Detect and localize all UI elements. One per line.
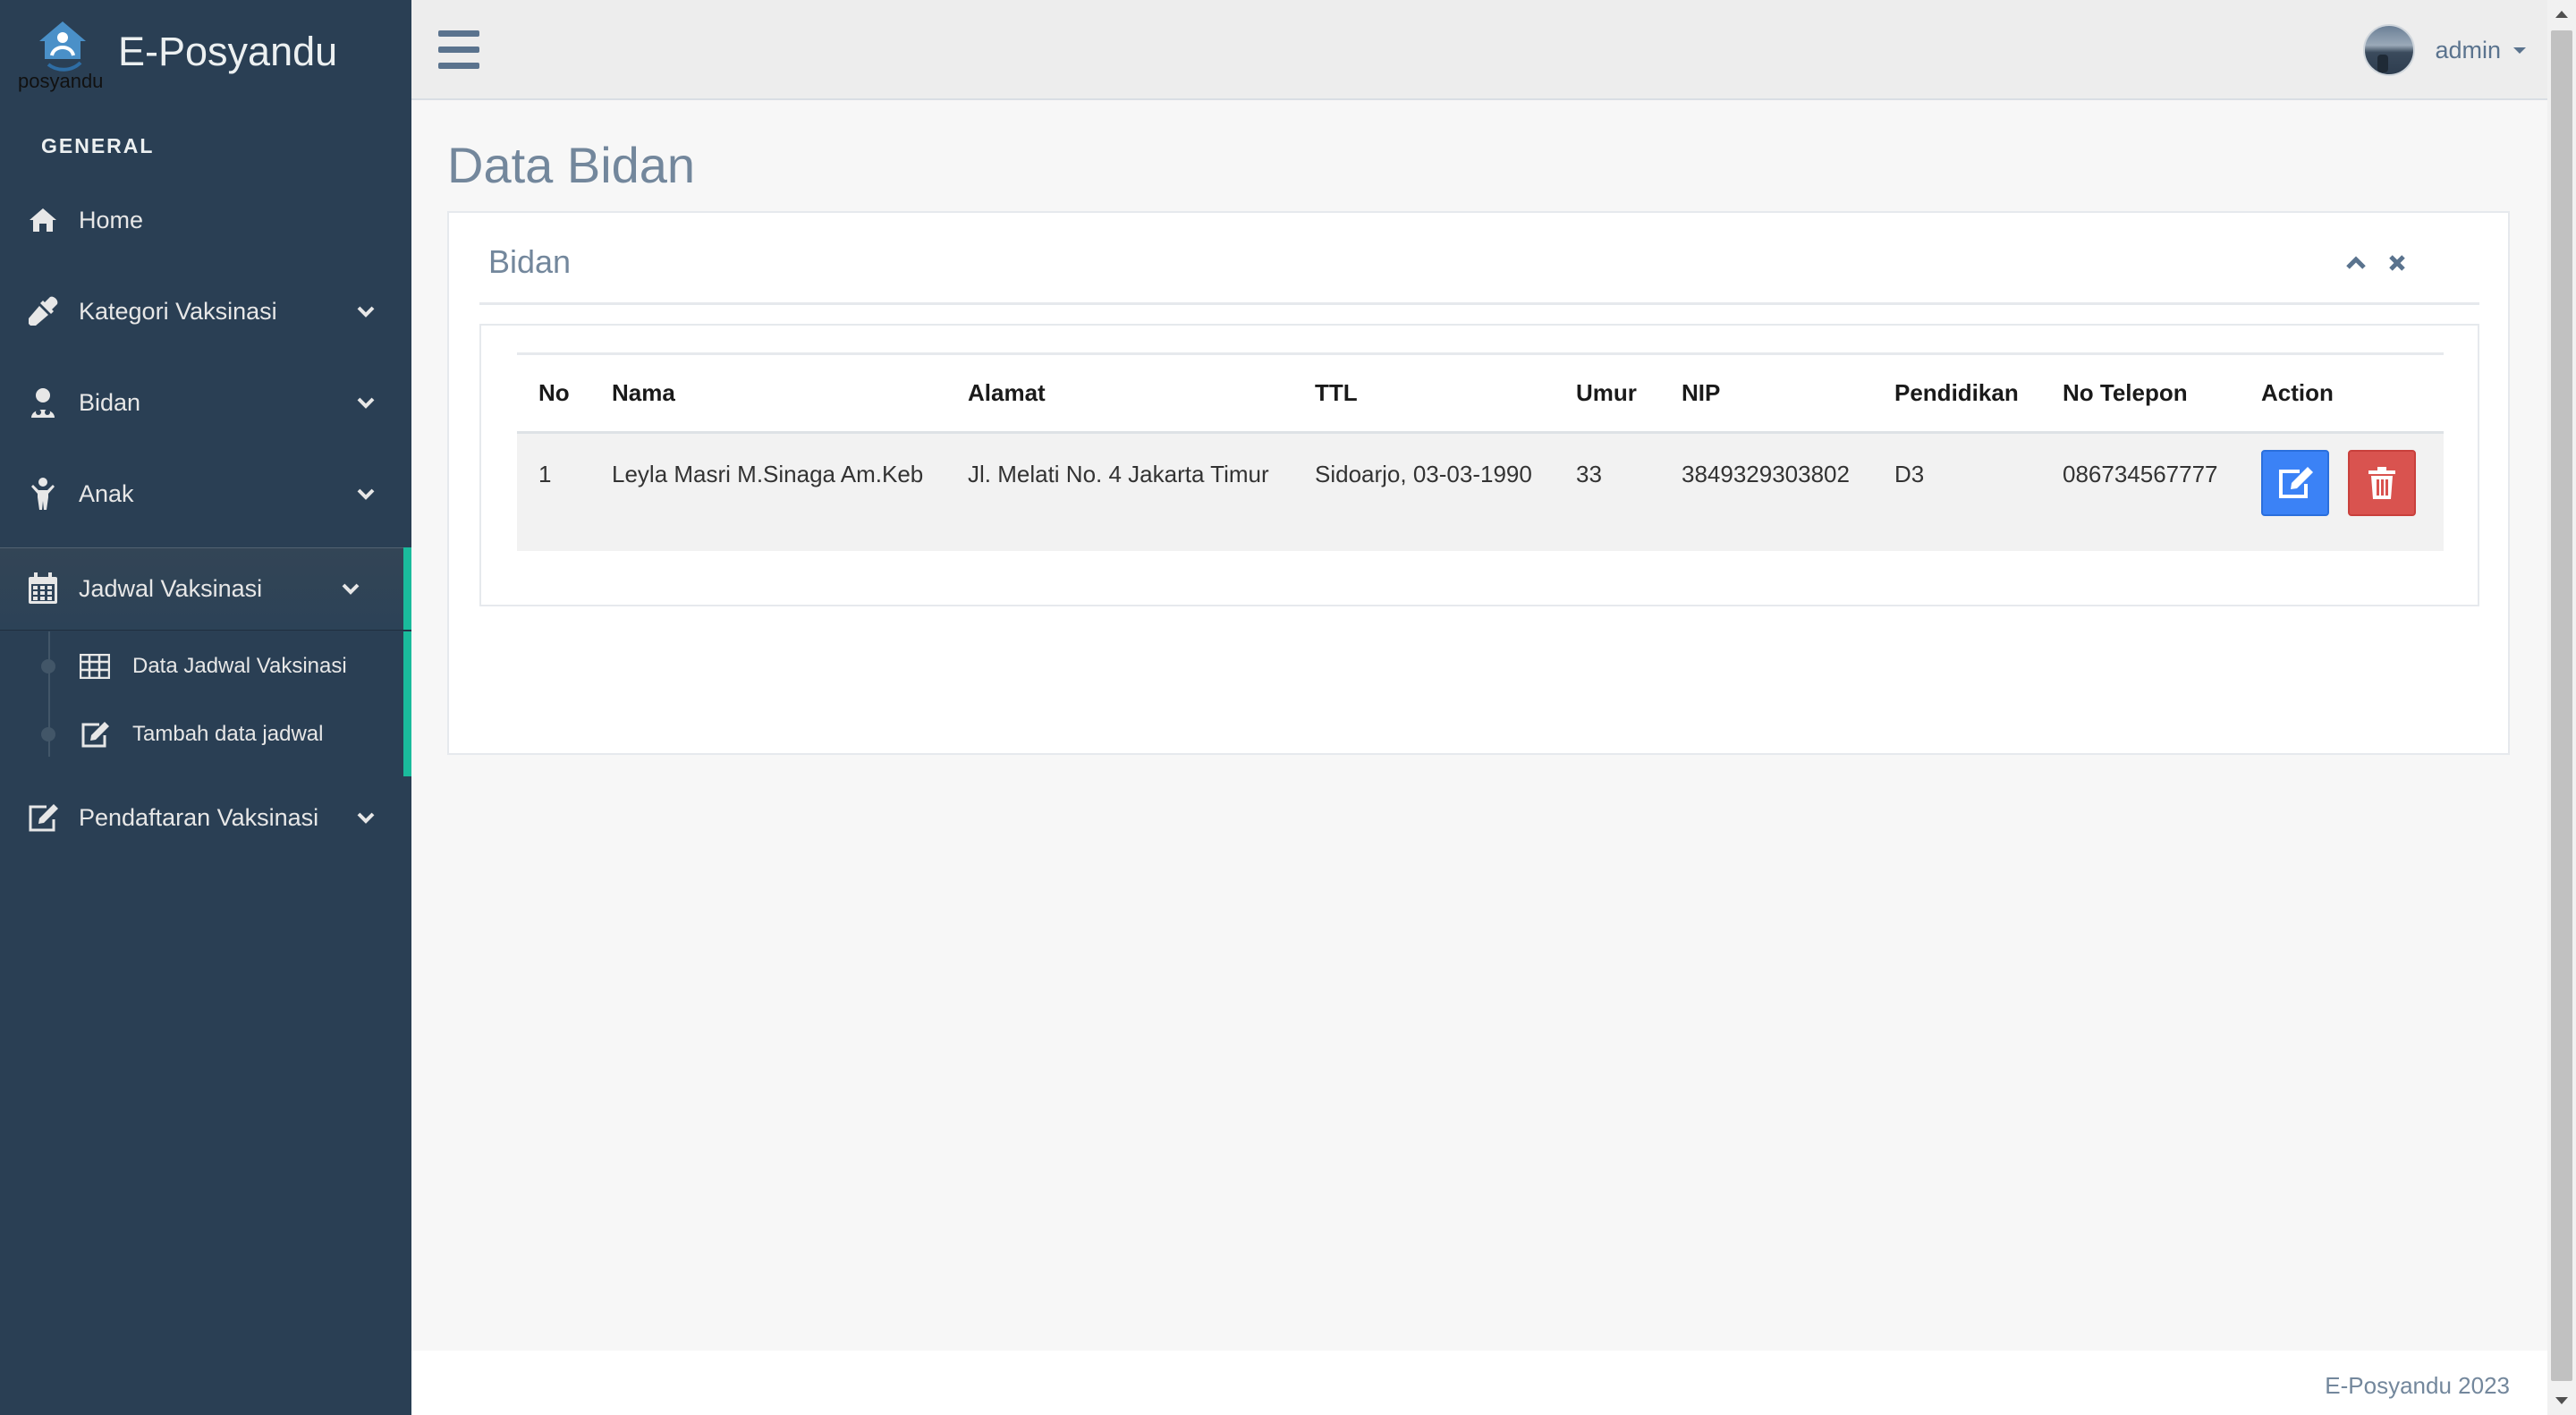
submenu-item-label: Data Jadwal Vaksinasi (132, 654, 347, 678)
sidebar-item-anak[interactable]: Anak (0, 449, 411, 538)
column-header-alamat[interactable]: Alamat (946, 352, 1293, 434)
scrollbar-thumb[interactable] (2551, 30, 2572, 1381)
column-header-action: Action (2240, 352, 2444, 434)
sidebar-item-label: Pendaftaran Vaksinasi (79, 803, 319, 831)
bullet-dot (41, 659, 55, 674)
submenu-item-label: Tambah data jadwal (132, 722, 324, 746)
brand-title: E-Posyandu (118, 29, 338, 74)
column-header-pendidikan[interactable]: Pendidikan (1873, 352, 2041, 434)
cell-action (2240, 432, 2444, 551)
bidan-panel: Bidan No Nama Alamat TTL Umur NIP Pendid… (447, 211, 2510, 755)
scroll-down-arrow-icon[interactable] (2555, 1397, 2568, 1404)
brand[interactable]: posyandu E-Posyandu (0, 0, 411, 107)
edit-button[interactable] (2261, 450, 2329, 516)
user-name: admin (2435, 36, 2501, 64)
chevron-down-icon (339, 577, 362, 600)
main-content: Data Bidan Bidan No Nama Alamat TTL Umur… (411, 100, 2547, 1351)
edit-icon (79, 718, 111, 750)
trash-icon (2368, 467, 2396, 499)
cell-umur: 33 (1555, 432, 1660, 551)
table-icon (79, 650, 111, 682)
caret-down-icon (2513, 47, 2526, 54)
edit-icon (25, 800, 61, 835)
sidebar-item-label: Bidan (79, 388, 141, 416)
column-header-no[interactable]: No (517, 352, 590, 434)
panel-tools (2329, 249, 2411, 277)
home-icon (25, 202, 61, 238)
sidebar-item-pendaftaran-vaksinasi[interactable]: Pendaftaran Vaksinasi (0, 773, 411, 862)
sidebar-item-kategori-vaksinasi[interactable]: Kategori Vaksinasi (0, 267, 411, 356)
column-header-nip[interactable]: NIP (1660, 352, 1873, 434)
sidebar-item-home[interactable]: Home (0, 175, 411, 265)
eyedropper-icon (25, 293, 61, 329)
submenu-item-tambah-data-jadwal[interactable]: Tambah data jadwal (0, 703, 403, 766)
menu-section-title: GENERAL (41, 134, 155, 157)
sidebar-item-label: Jadwal Vaksinasi (79, 574, 263, 602)
scroll-up-arrow-icon[interactable] (2555, 11, 2568, 18)
top-navbar: admin (411, 0, 2547, 100)
chevron-down-icon (354, 482, 377, 505)
scrollbar[interactable] (2547, 0, 2576, 1415)
cell-alamat: Jl. Melati No. 4 Jakarta Timur (946, 432, 1293, 551)
sidebar-item-label: Anak (79, 479, 134, 507)
menu-toggle-icon[interactable] (438, 30, 479, 70)
submenu-item-data-jadwal-vaksinasi[interactable]: Data Jadwal Vaksinasi (0, 635, 403, 698)
close-icon[interactable] (2383, 249, 2411, 277)
panel-title: Bidan (488, 243, 572, 280)
jadwal-vaksinasi-submenu: Data Jadwal Vaksinasi Tambah data jadwal (0, 631, 411, 776)
panel-divider (479, 302, 2479, 305)
cell-nama: Leyla Masri M.Sinaga Am.Keb (590, 432, 946, 551)
cell-nip: 3849329303802 (1660, 432, 1873, 551)
cell-no: 1 (517, 432, 590, 551)
posyandu-logo: posyandu (16, 20, 109, 93)
column-header-nama[interactable]: Nama (590, 352, 946, 434)
posyandu-logo-icon (39, 21, 86, 72)
sidebar-item-jadwal-vaksinasi[interactable]: Jadwal Vaksinasi (0, 547, 411, 630)
cell-no-telepon: 086734567777 (2041, 432, 2240, 551)
table-header-row: No Nama Alamat TTL Umur NIP Pendidikan N… (517, 352, 2444, 434)
footer: E-Posyandu 2023 (411, 1351, 2547, 1415)
table-container: No Nama Alamat TTL Umur NIP Pendidikan N… (479, 324, 2479, 606)
column-header-no-telepon[interactable]: No Telepon (2041, 352, 2240, 434)
user-md-icon (25, 385, 61, 420)
user-menu[interactable]: admin (2363, 23, 2526, 77)
table-row: 1 Leyla Masri M.Sinaga Am.Keb Jl. Melati… (517, 432, 2444, 551)
sidebar-item-label: Kategori Vaksinasi (79, 297, 277, 325)
sidebar-item-bidan[interactable]: Bidan (0, 358, 411, 447)
edit-icon (2279, 467, 2313, 498)
column-header-umur[interactable]: Umur (1555, 352, 1660, 434)
bidan-table: No Nama Alamat TTL Umur NIP Pendidikan N… (517, 352, 2444, 551)
chevron-down-icon (354, 391, 377, 414)
child-icon (25, 476, 61, 512)
sidebar: posyandu E-Posyandu GENERAL Home Kategor… (0, 0, 411, 1415)
page-title: Data Bidan (447, 137, 696, 193)
chevron-down-icon (354, 806, 377, 829)
bullet-dot (41, 727, 55, 741)
chevron-down-icon (354, 300, 377, 323)
calendar-icon (25, 571, 61, 606)
cell-ttl: Sidoarjo, 03-03-1990 (1293, 432, 1555, 551)
column-header-ttl[interactable]: TTL (1293, 352, 1555, 434)
avatar (2363, 24, 2416, 76)
cell-pendidikan: D3 (1873, 432, 2041, 551)
delete-button[interactable] (2348, 450, 2417, 516)
collapse-chevron-up-icon[interactable] (2342, 249, 2370, 277)
logo-text: posyandu (18, 70, 104, 92)
footer-text: E-Posyandu 2023 (2325, 1372, 2510, 1399)
sidebar-item-label: Home (79, 206, 144, 233)
